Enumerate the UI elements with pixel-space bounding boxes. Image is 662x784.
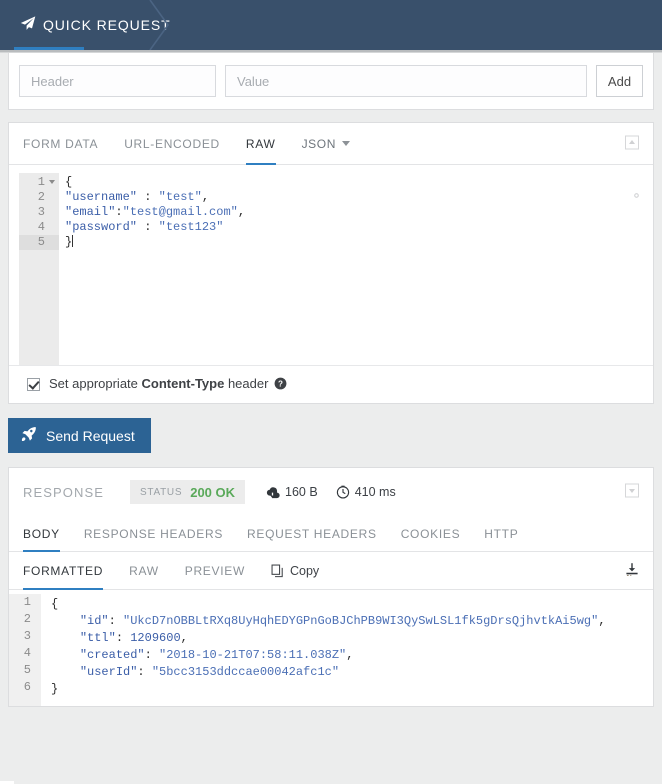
content-type-checkbox[interactable]: [27, 378, 40, 391]
tab-preview[interactable]: PREVIEW: [185, 552, 245, 590]
gear-icon[interactable]: [630, 189, 643, 205]
request-editor-code[interactable]: {"username" : "test", "email":"test@gmail…: [59, 173, 643, 365]
content-type-row: Set appropriate Content-Type header?: [9, 365, 653, 403]
code-line: "password" : "test123": [65, 220, 224, 234]
code-line: "created": "2018-10-21T07:58:11.038Z",: [79, 648, 354, 662]
response-header-row: RESPONSE STATUS 200 OK 160 B 410 ms: [9, 468, 653, 516]
ct-text-after: header: [224, 376, 269, 391]
send-zone: Send Request: [0, 404, 662, 467]
response-editor-code[interactable]: { "id": "UkcD7nOBBLtRXq8UyHqhEDYGPnGoBJC…: [41, 594, 653, 706]
line-number: 2: [23, 612, 31, 626]
line-number: 4: [37, 220, 45, 234]
body-type-tabrow: FORM DATA URL-ENCODED RAW JSON: [9, 123, 653, 165]
copy-button[interactable]: Copy: [271, 564, 319, 578]
code-line: "email":"test@gmail.com",: [65, 205, 246, 219]
response-card: RESPONSE STATUS 200 OK 160 B 410 ms BODY…: [8, 467, 654, 707]
line-number: 6: [23, 680, 31, 694]
response-time-metric: 410 ms: [336, 485, 396, 499]
tab-form-data[interactable]: FORM DATA: [23, 123, 98, 165]
help-circle-icon[interactable]: ?: [274, 377, 287, 393]
send-request-button[interactable]: Send Request: [8, 418, 151, 453]
header-name-input[interactable]: [19, 65, 216, 97]
headers-input-card: Add: [8, 53, 654, 110]
svg-text:?: ?: [278, 379, 283, 388]
ct-text-bold: Content-Type: [141, 376, 225, 391]
status-badge-label: STATUS: [140, 486, 183, 498]
header-chevron-divider: [148, 0, 174, 50]
line-number: 1: [19, 175, 59, 190]
fold-toggle-icon[interactable]: [49, 180, 55, 184]
body-format-select[interactable]: JSON: [302, 137, 350, 151]
response-tabrow: BODY RESPONSE HEADERS REQUEST HEADERS CO…: [9, 516, 653, 552]
copy-label: Copy: [289, 563, 320, 578]
code-line: "ttl": 1209600,: [79, 631, 188, 645]
response-time-value: 410 ms: [354, 485, 396, 499]
tab-cookies[interactable]: COOKIES: [401, 516, 461, 552]
line-number: 2: [37, 190, 45, 204]
send-request-label: Send Request: [46, 427, 135, 444]
response-size-value: 160 B: [285, 485, 318, 499]
status-badge-code: 200 OK: [190, 484, 236, 500]
paper-plane-icon: [20, 16, 36, 34]
tab-http[interactable]: HTTP: [484, 516, 518, 552]
tab-url-encoded[interactable]: URL-ENCODED: [124, 123, 220, 165]
response-code-editor[interactable]: 1 2 3 4 5 6 { "id": "UkcD7nOBBLtRXq8UyHqhEDYG…: [9, 590, 653, 706]
content-type-label: Set appropriate Content-Type header?: [49, 376, 287, 393]
response-editor-gutter: 1 2 3 4 5 6: [9, 594, 41, 706]
request-code-editor[interactable]: 12345 {"username" : "test", "email":"test…: [19, 173, 643, 365]
code-line: "username" : "test",: [65, 190, 210, 204]
line-number: 1: [23, 595, 31, 609]
code-line: }: [65, 235, 74, 249]
response-editor-wrap: 1 2 3 4 5 6 { "id": "UkcD7nOBBLtRXq8UyHqhEDYG…: [9, 590, 653, 706]
line-number: 5: [19, 235, 59, 250]
tab-raw-response[interactable]: RAW: [129, 552, 159, 590]
code-line: "id": "UkcD7nOBBLtRXq8UyHqhEDYGPnGoBJChP…: [79, 614, 606, 628]
active-tab-indicator: [14, 47, 84, 50]
status-badge: STATUS 200 OK: [130, 480, 246, 504]
collapse-up-icon[interactable]: [625, 135, 639, 152]
quick-request-tab[interactable]: QUICK REQUEST: [0, 0, 170, 50]
add-header-button[interactable]: Add: [596, 65, 643, 97]
code-line: {: [51, 597, 59, 611]
tab-response-headers[interactable]: RESPONSE HEADERS: [84, 516, 223, 552]
tab-body[interactable]: BODY: [23, 516, 60, 552]
line-number: 5: [23, 663, 31, 677]
text-caret: [72, 235, 74, 247]
tab-request-headers[interactable]: REQUEST HEADERS: [247, 516, 377, 552]
request-editor-wrap: 12345 {"username" : "test", "email":"test…: [9, 165, 653, 365]
header-value-row: Add: [19, 65, 643, 97]
request-body-card: FORM DATA URL-ENCODED RAW JSON 12345 {"u…: [8, 122, 654, 404]
code-line: "userId": "5bcc3153ddccae00042afc1c": [79, 665, 340, 679]
request-editor-gutter: 12345: [19, 173, 59, 365]
tab-raw[interactable]: RAW: [245, 123, 276, 165]
body-format-label: JSON: [301, 136, 336, 151]
cloud-download-icon: [266, 486, 280, 498]
code-line: {: [65, 175, 73, 189]
line-number: 3: [23, 629, 31, 643]
response-size-metric: 160 B: [265, 485, 318, 499]
tab-formatted[interactable]: FORMATTED: [23, 552, 104, 590]
response-title: RESPONSE: [23, 484, 105, 500]
chevron-down-icon: [341, 141, 350, 146]
collapse-down-icon[interactable]: [625, 483, 639, 501]
code-line: }: [51, 682, 59, 696]
copy-icon: [271, 564, 283, 577]
clock-icon: [336, 485, 349, 499]
line-number: 3: [37, 205, 45, 219]
response-view-tabrow: FORMATTED RAW PREVIEW Copy: [9, 552, 653, 590]
line-number: 4: [23, 646, 31, 660]
rocket-icon: [21, 426, 37, 445]
header-value-input[interactable]: [225, 65, 587, 97]
download-icon[interactable]: [625, 562, 639, 580]
app-header: QUICK REQUEST: [0, 0, 662, 50]
ct-text-before: Set appropriate: [49, 376, 142, 391]
